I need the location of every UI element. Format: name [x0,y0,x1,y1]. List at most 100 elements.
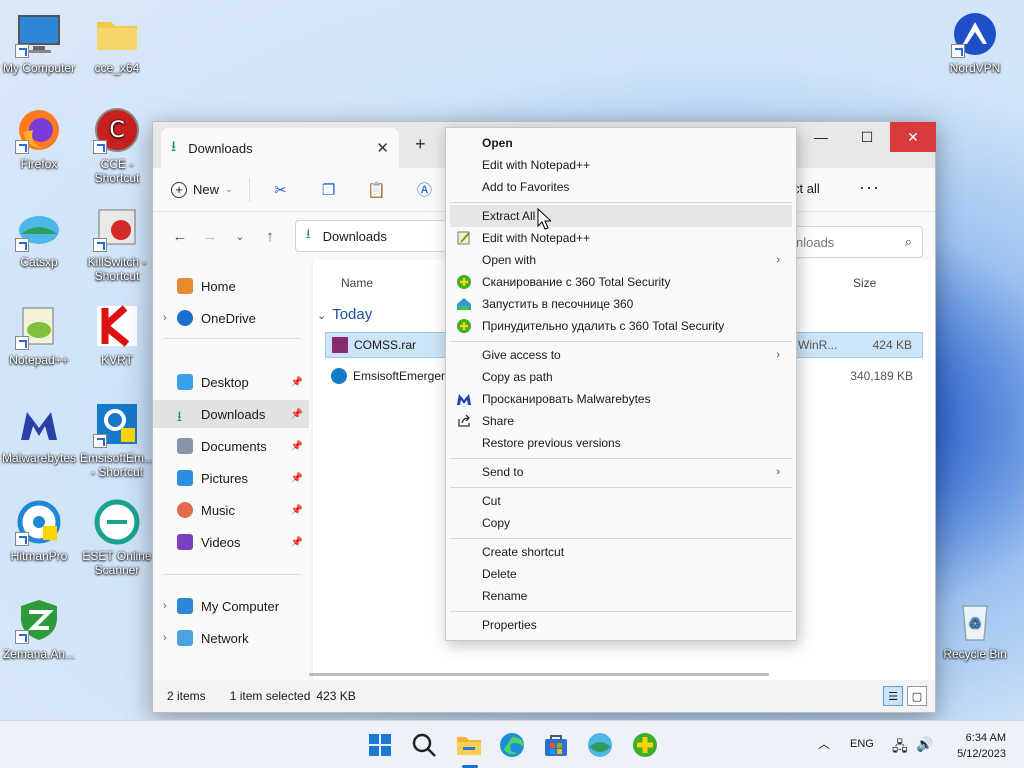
menu-item-delete-360[interactable]: Принудительно удалить с 360 Total Securi… [450,315,792,337]
menu-item-copy[interactable]: Copy [450,512,792,534]
menu-item-malwarebytes[interactable]: Просканировать Malwarebytes [450,388,792,410]
menu-item-add-to-favorites[interactable]: Add to Favorites [450,176,792,198]
chevron-right-icon[interactable]: › [163,312,177,324]
360-security-taskbar-icon[interactable] [631,731,659,759]
chevron-right-icon[interactable]: › [163,600,177,612]
copy-icon[interactable]: ❐ [314,181,344,199]
menu-item-cut[interactable]: Cut [450,490,792,512]
sidebar-item-home[interactable]: Home [153,272,309,300]
sidebar-item-videos[interactable]: Videos 📌 [153,528,309,556]
menu-item-create-shortcut[interactable]: Create shortcut [450,541,792,563]
menu-item-open[interactable]: Open [450,132,792,154]
up-arrow-icon[interactable]: ↑ [255,228,285,245]
menu-item-give-access[interactable]: Give access to › [450,344,792,366]
paste-icon[interactable]: 📋 [362,181,392,199]
back-arrow-icon[interactable]: ← [165,228,195,245]
sidebar-item-pictures[interactable]: Pictures 📌 [153,464,309,492]
address-bar[interactable]: ⭳ Downloads [295,220,455,252]
sidebar-item-network[interactable]: › Network [153,624,309,652]
column-header-name[interactable]: Name [341,276,373,290]
sidebar-item-my-computer[interactable]: › My Computer [153,592,309,620]
store-icon[interactable] [542,731,570,759]
menu-item-delete[interactable]: Delete [450,563,792,585]
desktop-icon-hitmanpro[interactable]: HitmanPro [0,498,78,563]
cloud-icon [177,310,193,326]
show-hidden-icons-chevron-icon[interactable]: ︿ [818,735,830,752]
search-input[interactable]: nloads ⌕ [785,226,923,258]
menu-item-copy-as-path[interactable]: Copy as path [450,366,792,388]
menu-item-sandbox-360[interactable]: Запустить в песочнице 360 [450,293,792,315]
search-icon[interactable] [410,731,438,759]
desktop-icon-notepadpp[interactable]: Notepad++ [0,302,78,367]
menu-item-share[interactable]: Share [450,410,792,432]
menu-item-send-to[interactable]: Send to › [450,461,792,483]
menu-label: Copy [482,516,511,530]
tiles-view-icon[interactable]: ▢ [907,686,927,706]
computer-icon [177,598,193,614]
sidebar-item-documents[interactable]: Documents 📌 [153,432,309,460]
file-name: EmsisoftEmergenc [353,369,454,383]
tab-downloads[interactable]: ⭳ Downloads ✕ [161,128,399,168]
select-all-button[interactable]: ct all [793,181,820,196]
edge-icon[interactable] [498,731,526,759]
new-button[interactable]: + New ⌄ [171,181,233,198]
desktop-icon-cce-shortcut[interactable]: C CCE - Shortcut [78,106,156,185]
desktop-icon-zemana[interactable]: Zemana.An... [0,596,78,661]
desktop-icon-my-computer[interactable]: My Computer [0,10,78,75]
desktop-icon-catsxp[interactable]: Catsxp [0,204,78,269]
download-icon: ⭳ [177,408,182,424]
column-header-size[interactable]: Size [853,276,876,290]
360-security-icon [457,319,471,333]
close-tab-icon[interactable]: ✕ [376,139,389,157]
pin-icon: 📌 [290,536,303,548]
desktop-icon-cce-x64[interactable]: cce_x64 [78,10,156,75]
menu-item-open-with[interactable]: Open with › [450,249,792,271]
pin-icon: 📌 [290,376,303,388]
desktop-icon-emsisoft[interactable]: EmsisoftEm... - Shortcut [78,400,156,479]
sidebar-item-downloads[interactable]: ⭳ Downloads 📌 [153,400,309,428]
close-window-button[interactable]: ✕ [890,122,936,152]
desktop-icon-malwarebytes[interactable]: Malwarebytes [0,400,78,465]
desktop-icon-firefox[interactable]: Firefox [0,106,78,171]
sidebar-label: OneDrive [201,310,256,326]
group-header-today[interactable]: ⌄ Today [317,306,372,323]
horizontal-scrollbar[interactable] [309,673,769,676]
catsxp-taskbar-icon[interactable] [586,731,614,759]
desktop-icon-label: Recycle Bin [943,647,1007,661]
menu-item-properties[interactable]: Properties [450,614,792,636]
sidebar-item-desktop[interactable]: Desktop 📌 [153,368,309,396]
volume-icon[interactable]: 🔊 [916,736,933,753]
desktop-icon-label: cce_x64 [94,61,140,75]
desktop-icon-nordvpn[interactable]: NordVPN [936,10,1014,75]
maximize-button[interactable]: ☐ [844,122,890,152]
recent-chevron-icon[interactable]: ⌄ [225,230,255,243]
desktop-icon-recycle-bin[interactable]: ♻ Recycle Bin [936,596,1014,661]
rename-icon[interactable]: Ⓐ [410,179,440,200]
details-view-icon[interactable]: ☰ [883,686,903,706]
system-clock[interactable]: 6:34 AM 5/12/2023 [944,730,1006,762]
menu-item-edit-notepadpp-2[interactable]: Edit with Notepad++ [450,227,792,249]
network-status-icon[interactable]: 🖧 [892,736,908,760]
minimize-button[interactable]: — [798,122,844,152]
desktop-icon-killswitch[interactable]: KillSwitch - Shortcut [78,204,156,283]
sidebar-item-music[interactable]: Music 📌 [153,496,309,524]
menu-item-scan-360[interactable]: Сканирование с 360 Total Security [450,271,792,293]
desktop-icon-kvrt[interactable]: KVRT [78,302,156,367]
menu-item-restore-versions[interactable]: Restore previous versions [450,432,792,454]
file-explorer-icon[interactable] [455,731,483,759]
360-security-icon [457,275,471,289]
desktop-icon-eset[interactable]: ESET Online Scanner [78,498,156,577]
input-language-indicator[interactable]: ENG [850,738,874,750]
new-tab-button[interactable]: + [415,134,426,155]
menu-item-extract-all[interactable]: Extract All [450,205,792,227]
more-options-icon[interactable]: ··· [859,177,880,198]
chevron-right-icon[interactable]: › [163,632,177,644]
menu-item-edit-notepadpp[interactable]: Edit with Notepad++ [450,154,792,176]
start-icon[interactable] [366,731,394,759]
cut-icon[interactable]: ✂ [266,181,296,199]
sidebar-item-onedrive[interactable]: › OneDrive [153,304,309,332]
forward-arrow-icon[interactable]: → [195,228,225,245]
menu-item-rename[interactable]: Rename [450,585,792,607]
toolbar-divider [248,177,250,202]
menu-label: Add to Favorites [482,180,570,194]
